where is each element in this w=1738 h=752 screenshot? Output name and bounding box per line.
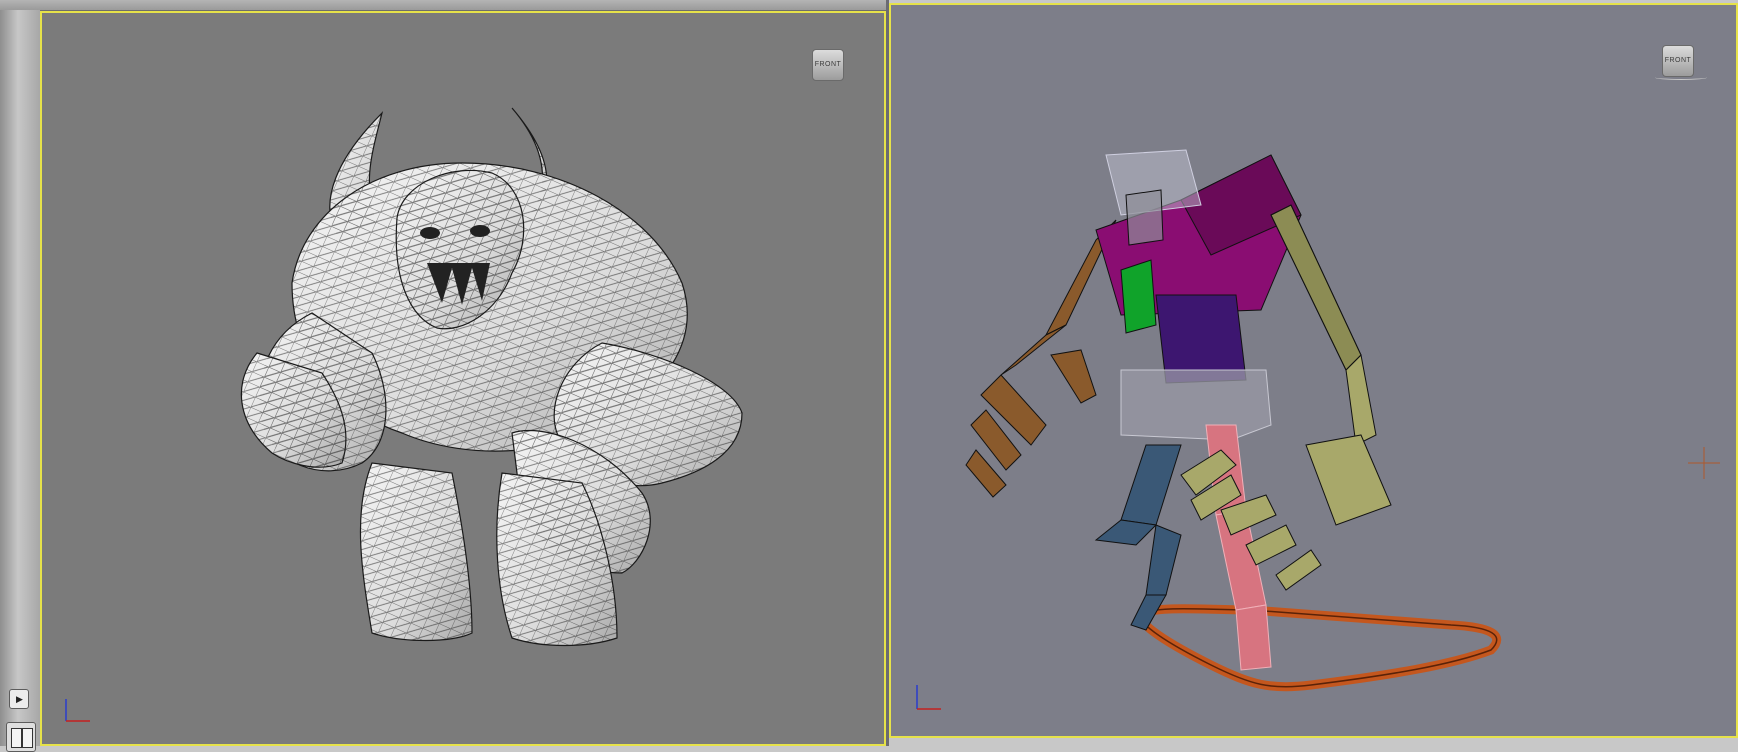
left-command-bar: ▶ <box>0 10 40 752</box>
viewport-right[interactable]: FRONT <box>889 3 1738 738</box>
biped-rig <box>965 149 1502 692</box>
pelvis-bone <box>1120 369 1272 441</box>
footstep-ring <box>1136 604 1502 692</box>
play-button[interactable]: ▶ <box>9 689 29 709</box>
neck-bone <box>1120 259 1157 334</box>
top-toolbar-strip <box>0 0 886 11</box>
axis-tripod-icon <box>916 685 941 710</box>
leg-bone-left <box>1094 444 1182 631</box>
creature-wireframe-model <box>240 107 743 647</box>
play-icon: ▶ <box>16 694 23 704</box>
viewport-left[interactable]: FRONT <box>40 11 886 746</box>
axis-tripod-icon <box>65 699 90 722</box>
arm-bone-left <box>965 219 1117 498</box>
crosshair-icon <box>1688 447 1720 479</box>
layout-icon <box>11 728 22 748</box>
viewport-layout-button[interactable] <box>6 722 36 752</box>
